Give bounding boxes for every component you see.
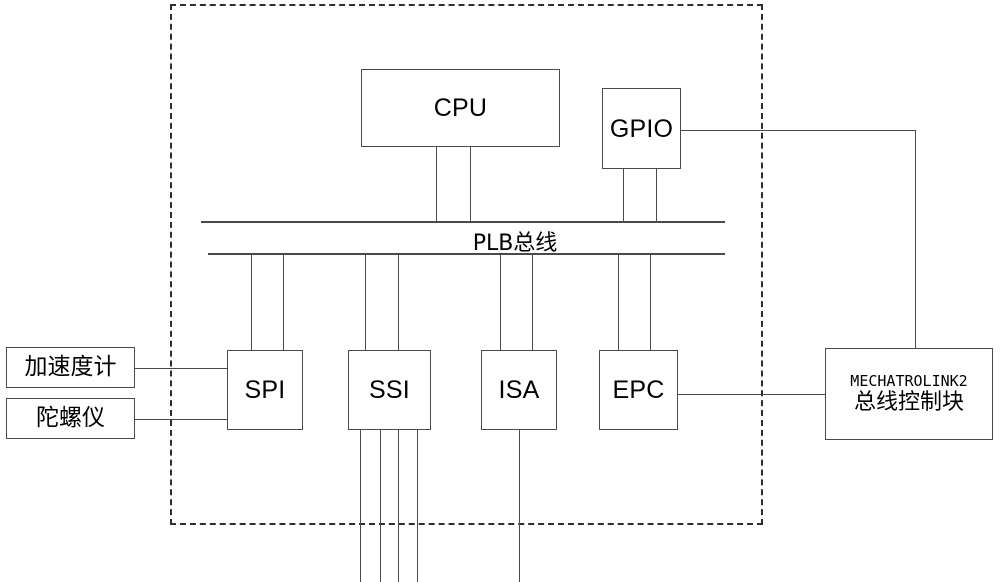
epc-bus-connector-right [650,253,651,350]
mechatrolink-block-label-line1: MECHATROLINK2 [850,371,968,390]
isa-bus-connector-right [532,253,533,350]
gyroscope-block-label: 陀螺仪 [36,404,105,431]
ssi-output-line-3 [398,430,399,582]
spi-bus-connector-right [283,253,284,350]
gpio-bus-connector-left [623,169,624,222]
epc-block[interactable]: EPC [599,350,678,430]
isa-bus-connector-left [500,253,501,350]
cpu-bus-connector-left [436,147,437,222]
diagram-canvas: CPU GPIO PLB总线 SPI SSI ISA EPC 加速度计 陀螺仪 [0,0,1000,582]
plb-bus-upper-rail [201,221,725,223]
ssi-output-line-1 [360,430,361,582]
gpio-mechatrolink-link-horizontal [681,130,916,131]
accelerometer-block-label: 加速度计 [24,353,117,380]
isa-output-line-1 [519,430,520,582]
gpio-mechatrolink-link-vertical [915,130,916,348]
spi-block-label: SPI [244,376,286,404]
gyroscope-spi-link [135,419,227,420]
ssi-output-line-2 [380,430,381,582]
accelerometer-spi-link [135,368,227,369]
plb-bus-lower-rail [208,253,725,255]
epc-block-label: EPC [612,376,665,404]
gpio-bus-connector-right [656,169,657,222]
cpu-bus-connector-right [470,147,471,222]
cpu-block-label: CPU [433,94,488,122]
ssi-output-line-4 [417,430,418,582]
isa-block-label: ISA [498,376,540,404]
cpu-block[interactable]: CPU [361,69,560,147]
ssi-bus-connector-left [365,253,366,350]
epc-mechatrolink-link [678,394,825,395]
mechatrolink-bus-control-block[interactable]: MECHATROLINK2 总线控制块 [825,348,993,440]
gpio-block-label: GPIO [609,114,674,143]
epc-bus-connector-left [618,253,619,350]
gyroscope-block[interactable]: 陀螺仪 [6,398,135,439]
spi-bus-connector-left [251,253,252,350]
mechatrolink-block-label-line2: 总线控制块 [853,389,964,415]
gpio-block[interactable]: GPIO [602,88,681,169]
ssi-bus-connector-right [398,253,399,350]
ssi-block-label: SSI [369,376,410,404]
spi-block[interactable]: SPI [227,350,303,430]
ssi-block[interactable]: SSI [348,350,431,430]
accelerometer-block[interactable]: 加速度计 [6,347,135,388]
isa-block[interactable]: ISA [481,350,557,430]
plb-bus-label: PLB总线 [472,231,558,256]
